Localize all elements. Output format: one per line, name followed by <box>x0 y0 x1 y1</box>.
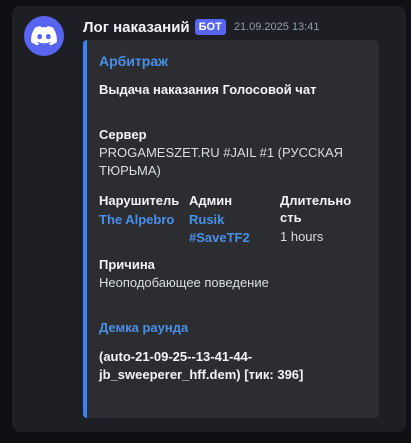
field-server-value: PROGAMESZET.RU #JAIL #1 (РУССКАЯ ТЮРЬМА) <box>99 145 344 178</box>
bot-avatar[interactable] <box>24 16 64 56</box>
field-duration-value: 1 hours <box>280 229 324 244</box>
bot-badge: БОТ <box>194 19 226 35</box>
field-violator-name: Нарушитель <box>99 193 180 208</box>
embed-author: Арбитраж <box>99 53 169 69</box>
message-header: Лог наказаний БОТ 21.09.2025 13:41 <box>83 16 319 38</box>
violator-link[interactable]: The Alpebro <box>99 211 189 229</box>
field-server-name: Сервер <box>99 127 147 142</box>
field-admin-name: Админ <box>189 193 233 208</box>
demo-link[interactable]: Демка раунда <box>99 320 188 335</box>
field-reason-name: Причина <box>99 257 155 272</box>
admin-link[interactable]: Rusik #SaveTF2 <box>189 211 274 247</box>
field-admin: Админ Rusik #SaveTF2 <box>189 192 274 247</box>
message-timestamp: 21.09.2025 13:41 <box>233 21 320 33</box>
discord-logo-icon <box>31 26 57 46</box>
embed-title: Выдача наказания Голосовой чат <box>99 82 317 97</box>
field-duration-name: Длительность <box>280 193 352 225</box>
embed-card: Арбитраж Выдача наказания Голосовой чат … <box>83 40 379 418</box>
username[interactable]: Лог наказаний <box>83 19 190 36</box>
demo-file-value: (auto-21-09-25--13-41-44-jb_sweeperer_hf… <box>99 349 304 382</box>
field-violator: Нарушитель The Alpebro <box>99 192 189 229</box>
field-duration: Длительность 1 hours <box>280 192 358 246</box>
field-reason-value: Неоподобающее поведение <box>99 275 269 290</box>
